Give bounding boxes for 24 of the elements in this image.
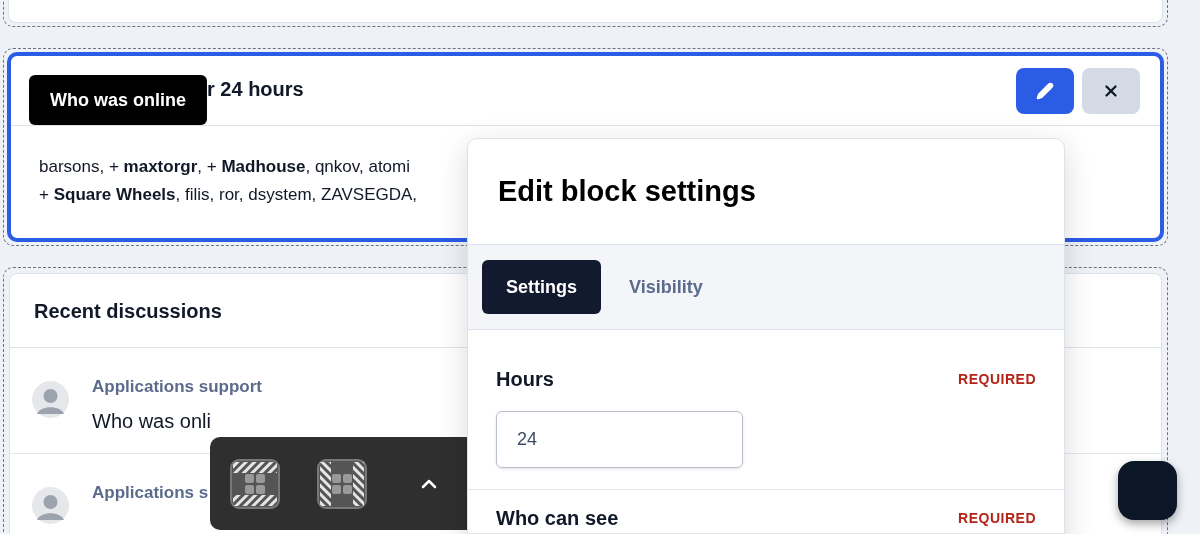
online-users-text: + Square Wheels, filis, ror, dsystem, ZAVSEGDA, — [39, 184, 418, 206]
tab[interactable]: Settings — [482, 260, 601, 314]
hours-input[interactable]: 24 — [496, 411, 743, 468]
field-label: Who can see — [496, 506, 619, 531]
tab[interactable]: Visibility — [605, 260, 727, 314]
popover-title: Edit block settings — [498, 173, 756, 209]
layout-rows-icon[interactable] — [230, 458, 280, 509]
close-button[interactable] — [1082, 67, 1140, 114]
floating-button[interactable] — [1118, 461, 1177, 520]
block-title: r 24 hours — [207, 76, 304, 102]
avatar-icon — [32, 381, 69, 418]
edit-button[interactable] — [1016, 67, 1074, 114]
required-label: REQUIRED — [958, 369, 1036, 389]
pencil-icon — [1036, 81, 1054, 100]
required-label: REQUIRED — [958, 508, 1036, 528]
online-users-text: barsons, + maxtorgr, + Madhouse, qnkov, atomi — [39, 156, 410, 178]
card-title: Recent discussions — [34, 298, 222, 324]
field-label: Hours — [496, 367, 554, 392]
discussion-category[interactable]: Applications s — [92, 480, 209, 506]
discussion-category[interactable]: Applications support — [92, 374, 262, 400]
layout-columns-icon[interactable] — [317, 458, 367, 509]
avatar-icon — [32, 487, 69, 524]
discussion-title[interactable]: Who was onli — [92, 405, 262, 436]
tooltip: Who was online — [29, 75, 207, 125]
